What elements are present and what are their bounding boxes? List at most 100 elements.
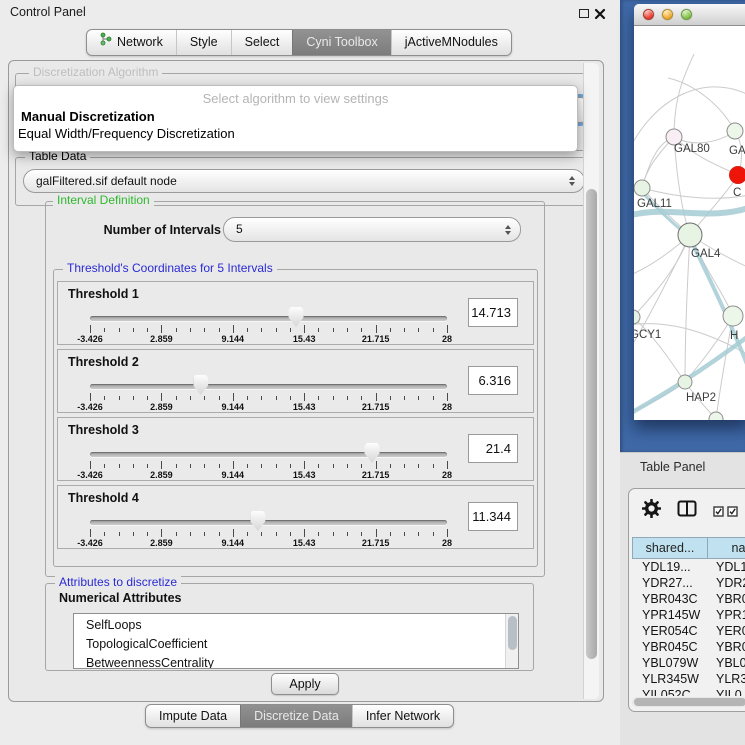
table-row[interactable]: YBR045CYBR0 <box>632 639 745 655</box>
interval-definition-group-title: Interval Definition <box>53 194 154 207</box>
tab-network-label: Network <box>117 30 163 55</box>
algorithm-option-equal-width[interactable]: Equal Width/Frequency Discretization <box>14 125 577 142</box>
table-row[interactable]: YBR043CYBR0 <box>632 591 745 607</box>
tab-select[interactable]: Select <box>231 30 293 55</box>
tab-style[interactable]: Style <box>176 30 231 55</box>
threshold-slider[interactable]: -3.4262.8599.14415.4321.71528 <box>90 514 447 548</box>
network-edge[interactable] <box>634 235 690 317</box>
number-of-intervals-select[interactable]: 5 <box>223 217 521 242</box>
slider-track[interactable] <box>90 384 447 389</box>
close-icon[interactable] <box>594 7 606 19</box>
network-window-titlebar[interactable] <box>634 4 745 26</box>
table-row[interactable]: YIL052CYIL0 <box>632 687 745 696</box>
slider-track[interactable] <box>90 316 447 321</box>
tab-impute-data[interactable]: Impute Data <box>146 705 240 727</box>
table-horizontal-scrollbar-thumb[interactable] <box>634 698 745 706</box>
cell-shared-name: YDL19... <box>632 559 710 575</box>
cell-name: YDR2 <box>710 575 745 591</box>
network-node[interactable] <box>727 123 743 139</box>
numerical-attributes-list[interactable]: SelfLoopsTopologicalCoefficientBetweenne… <box>73 613 519 669</box>
slider-track[interactable] <box>90 520 447 525</box>
network-node[interactable] <box>634 310 640 324</box>
close-traffic-light-icon[interactable] <box>643 9 654 20</box>
threshold-value-field[interactable]: 14.713 <box>468 298 518 327</box>
zoom-traffic-light-icon[interactable] <box>681 9 692 20</box>
stepper-arrows-icon <box>569 176 575 186</box>
network-edge[interactable] <box>668 78 735 131</box>
network-node[interactable] <box>634 180 650 196</box>
slider-thumb[interactable] <box>365 443 380 463</box>
cell-name: YER0 <box>710 623 745 639</box>
network-node-label: HAP2 <box>686 392 716 404</box>
table-horizontal-scrollbar[interactable] <box>632 697 745 707</box>
table-row[interactable]: YDR27...YDR2 <box>632 575 745 591</box>
network-edge[interactable] <box>642 137 674 188</box>
split-columns-icon[interactable] <box>677 500 697 522</box>
column-header-name[interactable]: na <box>708 537 745 559</box>
network-node[interactable] <box>730 167 745 184</box>
algorithm-option-manual[interactable]: Manual Discretization <box>14 108 577 125</box>
cell-name: YDL1 <box>710 559 745 575</box>
threshold-label: Threshold 1 <box>68 287 139 301</box>
threshold-slider[interactable]: -3.4262.8599.14415.4321.71528 <box>90 446 447 480</box>
table-row[interactable]: YPR145WYPR1 <box>632 607 745 623</box>
apply-button[interactable]: Apply <box>271 673 339 695</box>
slider-ticks <box>90 393 447 402</box>
network-edge[interactable] <box>685 235 690 382</box>
gear-icon[interactable] <box>642 499 661 523</box>
table-data-select[interactable]: galFiltered.sif default node <box>23 169 585 193</box>
network-node-label: GA <box>729 145 745 157</box>
tab-cyni-toolbox[interactable]: Cyni Toolbox <box>292 30 390 55</box>
slider-thumb[interactable] <box>193 375 208 395</box>
column-header-shared-name[interactable]: shared... <box>632 537 708 559</box>
slider-track[interactable] <box>90 452 447 457</box>
table-header-row: shared... na <box>632 537 745 559</box>
threshold-slider[interactable]: -3.4262.8599.14415.4321.71528 <box>90 310 447 344</box>
table-row[interactable]: YER054CYER0 <box>632 623 745 639</box>
network-node[interactable] <box>678 223 702 247</box>
slider-thumb[interactable] <box>250 511 265 531</box>
algorithm-placeholder-option[interactable]: Select algorithm to view settings <box>14 89 577 108</box>
checkbox-checked-icon[interactable] <box>727 504 738 522</box>
panel-title: Control Panel <box>10 5 86 19</box>
network-node-label: C <box>733 187 741 199</box>
network-icon <box>100 30 112 55</box>
tab-network[interactable]: Network <box>87 30 176 55</box>
threshold-value-field[interactable]: 21.4 <box>468 434 518 463</box>
list-scrollbar-thumb[interactable] <box>508 616 517 650</box>
threshold-slider[interactable]: -3.4262.8599.14415.4321.71528 <box>90 378 447 412</box>
numerical-attributes-label: Numerical Attributes <box>59 591 181 605</box>
network-edge[interactable] <box>674 131 735 143</box>
network-edge[interactable] <box>674 54 694 137</box>
tab-jactivemnodules[interactable]: jActiveMNodules <box>391 30 511 55</box>
panel-scrollbar[interactable] <box>583 63 599 699</box>
network-node-label: GAL11 <box>637 198 672 210</box>
table-row[interactable]: YLR345WYLR3 <box>632 671 745 687</box>
network-edge[interactable] <box>642 137 674 188</box>
list-item[interactable]: SelfLoops <box>74 616 518 635</box>
float-window-icon[interactable] <box>579 9 589 18</box>
panel-scrollbar-thumb[interactable] <box>586 189 597 659</box>
minimize-traffic-light-icon[interactable] <box>662 9 673 20</box>
table-rows: YDL19...YDL1YDR27...YDR2YBR043CYBR0YPR14… <box>632 559 745 696</box>
network-edge[interactable] <box>685 316 733 382</box>
checkbox-checked-icon[interactable] <box>713 504 724 522</box>
network-window[interactable]: GAL80GACGAL11GAL4GCY1HHAP2 <box>634 4 745 420</box>
network-node[interactable] <box>678 375 692 389</box>
network-graph[interactable]: GAL80GACGAL11GAL4GCY1HHAP2 <box>634 26 745 420</box>
network-edge[interactable] <box>642 188 745 198</box>
threshold-value-field[interactable]: 11.344 <box>468 502 518 531</box>
cell-shared-name: YER054C <box>632 623 710 639</box>
tab-discretize-data[interactable]: Discretize Data <box>240 705 352 727</box>
slider-ticks <box>90 461 447 470</box>
tab-infer-network[interactable]: Infer Network <box>352 705 453 727</box>
slider-thumb[interactable] <box>289 307 304 327</box>
table-row[interactable]: YDL19...YDL1 <box>632 559 745 575</box>
cell-shared-name: YPR145W <box>632 607 710 623</box>
list-item[interactable]: BetweennessCentrality <box>74 654 518 669</box>
network-node[interactable] <box>723 306 743 326</box>
list-scrollbar[interactable] <box>505 614 518 668</box>
table-row[interactable]: YBL079WYBL0 <box>632 655 745 671</box>
threshold-value-field[interactable]: 6.316 <box>468 366 518 395</box>
list-item[interactable]: TopologicalCoefficient <box>74 635 518 654</box>
